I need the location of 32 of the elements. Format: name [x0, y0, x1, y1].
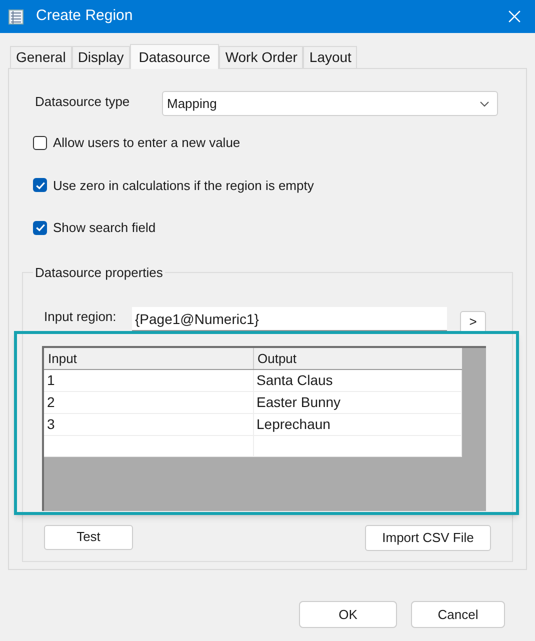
column-header[interactable]: Input	[44, 348, 253, 370]
ok-button[interactable]: OK	[299, 601, 397, 628]
table-cell: 2	[44, 392, 253, 414]
tab[interactable]: General	[10, 46, 72, 68]
window-title: Create Region	[36, 6, 133, 26]
field-label: Input region:	[44, 308, 118, 326]
table-cell: 1	[44, 370, 253, 392]
checkbox-label: Show search field	[53, 219, 156, 237]
test-button[interactable]: Test	[44, 524, 133, 550]
browse-button[interactable]: >	[460, 310, 486, 334]
table-cell: Easter Bunny	[253, 392, 462, 414]
table-cell: 3	[44, 414, 253, 436]
checkbox[interactable]	[33, 136, 47, 150]
column-header[interactable]: Output	[253, 348, 462, 370]
checkbox[interactable]	[33, 220, 47, 235]
checkbox[interactable]	[33, 178, 47, 192]
table-icon	[8, 8, 24, 24]
input-field[interactable]: {Page1@Numeric1}	[132, 307, 447, 331]
table-cell: Leprechaun	[253, 414, 462, 436]
tab[interactable]: Display	[72, 46, 130, 68]
checkbox-label: Allow users to enter a new value	[53, 134, 240, 152]
tab[interactable]: Datasource	[130, 44, 220, 69]
tab[interactable]: Work Order	[219, 46, 304, 68]
cancel-button[interactable]: Cancel	[411, 601, 505, 628]
checkbox-label: Use zero in calculations if the region is empty	[53, 176, 314, 195]
table-cell: Santa Claus	[253, 370, 462, 392]
close-icon[interactable]	[508, 10, 521, 23]
field-label: Datasource type	[35, 92, 131, 111]
chevron-icon	[479, 100, 490, 106]
import-button[interactable]: Import CSV File	[365, 524, 491, 550]
dropdown[interactable]: Mapping	[162, 91, 498, 116]
tab[interactable]: Layout	[303, 46, 358, 68]
